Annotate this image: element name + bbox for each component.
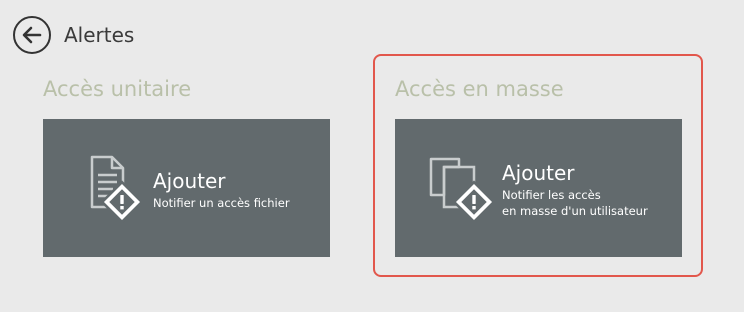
arrow-left-icon <box>22 26 42 44</box>
tile-description-line-2: en masse d'un utilisateur <box>502 204 648 218</box>
documents-warning-icon <box>429 157 496 223</box>
tile-label: Ajouter <box>502 161 575 185</box>
add-bulk-access-alert-tile[interactable]: Ajouter Notifier les accès en masse d'un… <box>395 119 682 257</box>
tile-label: Ajouter <box>153 169 226 193</box>
page-title: Alertes <box>64 23 135 47</box>
tile-description: Notifier un accès fichier <box>153 196 290 210</box>
document-warning-icon <box>90 155 144 223</box>
section-title-unitaire: Accès unitaire <box>43 77 192 101</box>
back-button[interactable] <box>13 16 51 54</box>
add-single-access-alert-tile[interactable]: Ajouter Notifier un accès fichier <box>43 119 330 257</box>
tile-description-line-1: Notifier les accès <box>502 188 601 202</box>
